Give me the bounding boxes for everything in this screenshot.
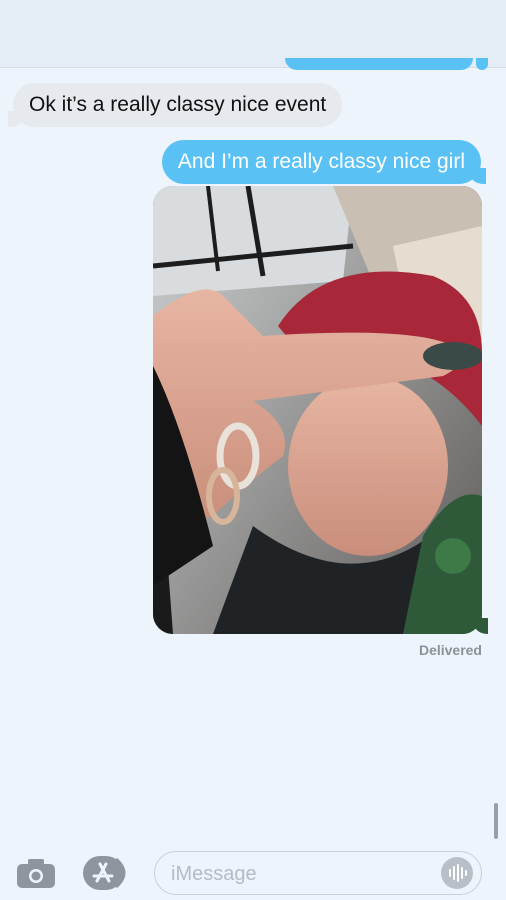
imessage-input[interactable]: iMessage xyxy=(154,851,482,895)
waveform-icon xyxy=(449,864,467,882)
photo-image xyxy=(153,186,482,634)
delivered-status: Delivered xyxy=(418,642,482,658)
camera-button[interactable] xyxy=(16,857,56,889)
app-store-icon xyxy=(83,856,126,890)
bubble-tail xyxy=(474,618,488,634)
incoming-message[interactable]: Ok it’s a really classy nice event xyxy=(7,83,343,127)
bubble-tail xyxy=(476,58,488,70)
message-text: Ok it’s a really classy nice event xyxy=(29,93,327,116)
outgoing-message[interactable]: And I’m a really classy nice girl xyxy=(161,140,487,184)
input-placeholder: iMessage xyxy=(171,863,257,885)
scrollbar[interactable] xyxy=(494,803,498,839)
audio-message-button[interactable] xyxy=(441,857,473,889)
message-text: And I’m a really classy nice girl xyxy=(177,150,465,173)
apps-button[interactable] xyxy=(82,855,134,891)
camera-icon xyxy=(17,859,55,888)
photo-attachment[interactable] xyxy=(153,186,482,634)
previous-message-bubble[interactable] xyxy=(285,58,473,70)
